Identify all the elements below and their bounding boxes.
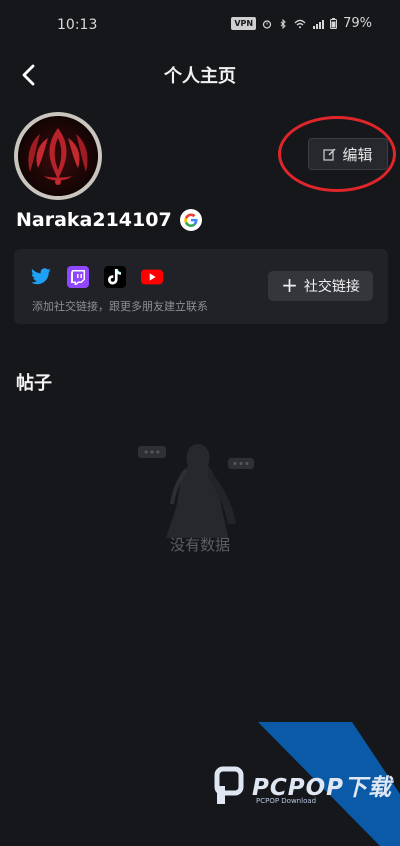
posts-section-title: 帖子 <box>16 373 52 394</box>
page-title: 个人主页 <box>164 66 236 87</box>
twitch-icon[interactable] <box>67 266 89 288</box>
watermark-subtext: PCPOP Download <box>256 797 317 805</box>
google-icon <box>179 209 202 231</box>
battery-percent: 79% <box>343 16 372 31</box>
avatar[interactable] <box>14 112 102 200</box>
wifi-icon <box>294 19 306 28</box>
edit-profile-button[interactable]: 编辑 <box>308 138 388 170</box>
empty-state-text: 没有数据 <box>169 536 230 554</box>
watermark-logo-icon <box>214 766 244 804</box>
status-icons: VPN 79% <box>231 16 372 31</box>
username-row: Naraka214107 <box>16 209 202 231</box>
avatar-image <box>18 116 98 196</box>
username: Naraka214107 <box>16 209 172 231</box>
status-bar: 10:13 VPN 79% <box>0 0 400 48</box>
emblem-icon <box>18 116 98 196</box>
status-time: 10:13 <box>57 17 98 33</box>
empty-state-illustration <box>138 444 254 538</box>
edit-label: 编辑 <box>342 145 373 164</box>
edit-icon <box>323 148 336 161</box>
tiktok-icon[interactable] <box>104 266 126 288</box>
vpn-icon: VPN <box>231 17 257 30</box>
social-hint: 添加社交链接，跟更多朋友建立联系 <box>32 300 208 313</box>
twitter-icon[interactable] <box>30 266 52 288</box>
alarm-icon <box>262 19 272 29</box>
page-header: 个人主页 <box>0 50 400 98</box>
battery-icon <box>330 18 338 29</box>
youtube-icon[interactable] <box>141 266 163 288</box>
add-social-link-button[interactable]: + 社交链接 <box>268 271 373 301</box>
signal-icon <box>313 19 325 29</box>
social-links-card: 添加社交链接，跟更多朋友建立联系 + 社交链接 <box>14 249 388 324</box>
plus-icon: + <box>281 273 298 297</box>
social-link-label: 社交链接 <box>303 279 360 295</box>
social-icons <box>30 266 163 288</box>
bluetooth-icon <box>280 18 286 29</box>
